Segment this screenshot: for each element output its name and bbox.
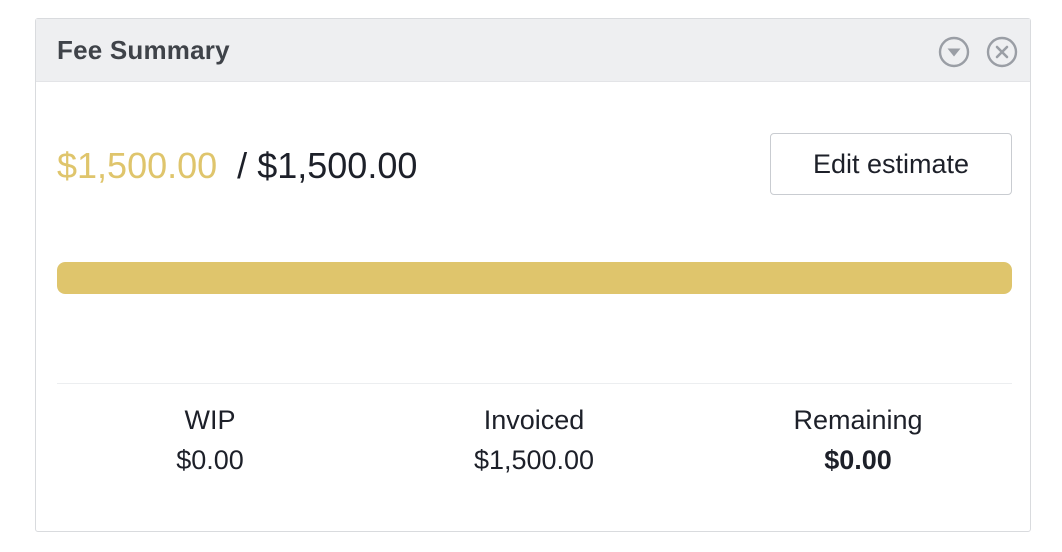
stat-remaining-label: Remaining	[793, 405, 923, 435]
panel-header: Fee Summary	[36, 19, 1030, 82]
panel-title: Fee Summary	[57, 35, 230, 65]
used-amount: $1,500.00	[57, 145, 218, 186]
stat-wip: WIP $0.00	[60, 403, 360, 477]
stat-remaining-value: $0.00	[824, 445, 892, 475]
stat-invoiced-label: Invoiced	[483, 405, 585, 435]
close-circle-icon[interactable]	[986, 36, 1018, 68]
fee-summary-panel: Fee Summary $1,500.00 / $1,500.00 Edit e…	[35, 18, 1031, 532]
fee-progress-fill	[57, 262, 1012, 294]
edit-estimate-button[interactable]: Edit estimate	[770, 133, 1012, 195]
stat-invoiced: Invoiced $1,500.00	[384, 403, 684, 477]
fee-progress-bar	[57, 262, 1012, 294]
divider	[57, 383, 1012, 384]
stat-remaining: Remaining $0.00	[708, 403, 1008, 477]
stat-wip-value: $0.00	[176, 445, 244, 475]
stat-invoiced-value: $1,500.00	[473, 445, 595, 475]
fee-amounts: $1,500.00 / $1,500.00	[57, 145, 417, 187]
stat-wip-label: WIP	[184, 405, 236, 435]
amount-separator: /	[237, 145, 248, 186]
chevron-down-circle-icon[interactable]	[938, 36, 970, 68]
total-amount: $1,500.00	[257, 145, 418, 186]
